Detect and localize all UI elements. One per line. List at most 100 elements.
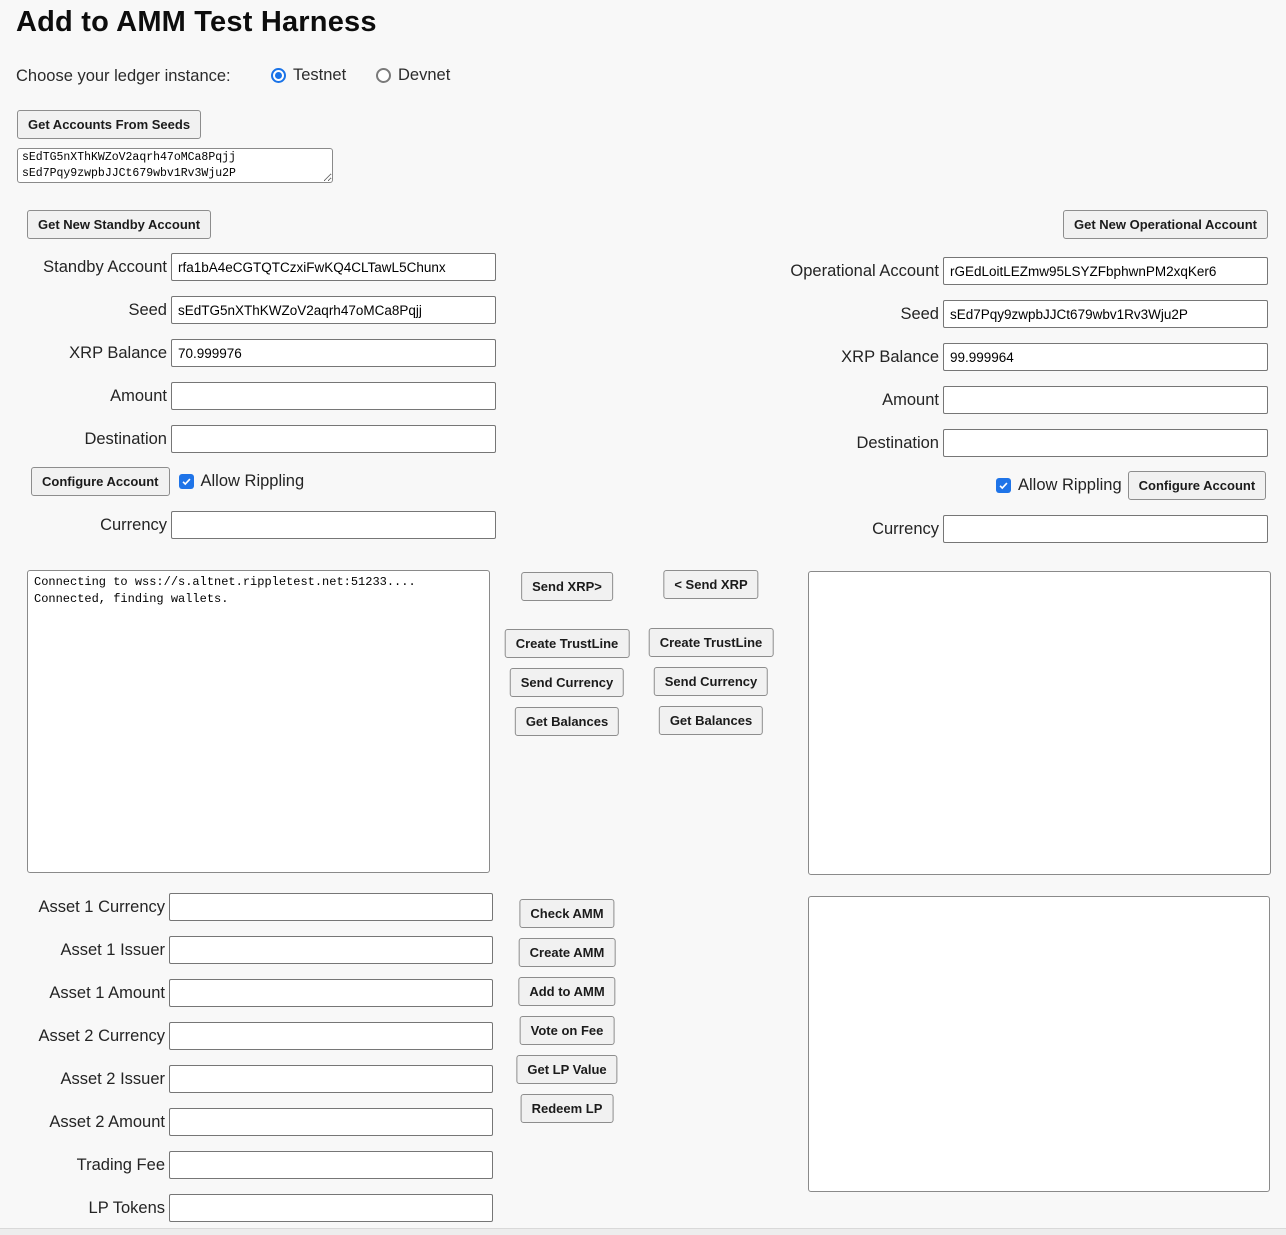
operational-seed-input[interactable] xyxy=(943,300,1268,328)
asset1-currency-label: Asset 1 Currency xyxy=(0,898,165,917)
standby-destination-row: Destination xyxy=(0,425,496,453)
operational-xrp-balance-input[interactable] xyxy=(943,343,1268,371)
operational-destination-label: Destination xyxy=(618,434,939,453)
operational-seed-label: Seed xyxy=(618,305,939,324)
operational-currency-input[interactable] xyxy=(943,515,1268,543)
asset1-issuer-input[interactable] xyxy=(169,936,493,964)
asset1-amount-row: Asset 1 Amount xyxy=(0,979,493,1007)
standby-allow-rippling-label: Allow Rippling xyxy=(201,472,305,491)
operational-destination-row: Destination xyxy=(618,429,1268,457)
asset2-issuer-input[interactable] xyxy=(169,1065,493,1093)
ledger-prompt: Choose your ledger instance: xyxy=(16,67,231,86)
standby-configure-account-button[interactable]: Configure Account xyxy=(31,467,170,496)
standby-seed-row: Seed xyxy=(0,296,496,324)
standby-currency-row: Currency xyxy=(0,511,496,539)
operational-get-balances-button[interactable]: Get Balances xyxy=(659,706,763,735)
get-new-operational-account-button[interactable]: Get New Operational Account xyxy=(1063,210,1268,239)
trading-fee-label: Trading Fee xyxy=(0,1156,165,1175)
get-lp-value-button[interactable]: Get LP Value xyxy=(516,1055,617,1084)
asset1-currency-input[interactable] xyxy=(169,893,493,921)
standby-allow-rippling-checkbox[interactable] xyxy=(179,474,194,489)
get-new-standby-account-button[interactable]: Get New Standby Account xyxy=(27,210,211,239)
amm-results-textarea[interactable] xyxy=(808,896,1270,1192)
operational-amount-row: Amount xyxy=(618,386,1268,414)
lp-tokens-row: LP Tokens xyxy=(0,1194,493,1222)
standby-send-xrp-button[interactable]: Send XRP> xyxy=(521,572,613,601)
operational-results-textarea[interactable] xyxy=(808,571,1271,875)
operational-configure-account-button[interactable]: Configure Account xyxy=(1128,471,1267,500)
radio-devnet-label: Devnet xyxy=(398,66,450,85)
operational-account-label: Operational Account xyxy=(618,262,939,281)
standby-amount-input[interactable] xyxy=(171,382,496,410)
asset1-currency-row: Asset 1 Currency xyxy=(0,893,493,921)
bottom-edge-strip xyxy=(0,1228,1286,1235)
redeem-lp-button[interactable]: Redeem LP xyxy=(521,1094,614,1123)
asset2-currency-row: Asset 2 Currency xyxy=(0,1022,493,1050)
lp-tokens-label: LP Tokens xyxy=(0,1199,165,1218)
checkmark-icon xyxy=(998,480,1009,491)
asset2-amount-row: Asset 2 Amount xyxy=(0,1108,493,1136)
asset2-issuer-label: Asset 2 Issuer xyxy=(0,1070,165,1089)
standby-xrp-balance-label: XRP Balance xyxy=(0,344,167,363)
operational-destination-input[interactable] xyxy=(943,429,1268,457)
standby-currency-label: Currency xyxy=(0,516,167,535)
lp-tokens-input[interactable] xyxy=(169,1194,493,1222)
standby-send-currency-button[interactable]: Send Currency xyxy=(510,668,624,697)
radio-testnet-label: Testnet xyxy=(293,66,346,85)
radio-unselected-icon xyxy=(376,68,391,83)
operational-account-row: Operational Account xyxy=(618,257,1268,285)
standby-xrp-balance-row: XRP Balance xyxy=(0,339,496,367)
vote-on-fee-button[interactable]: Vote on Fee xyxy=(520,1016,615,1045)
standby-destination-label: Destination xyxy=(0,430,167,449)
checkmark-icon xyxy=(181,476,192,487)
asset2-amount-input[interactable] xyxy=(169,1108,493,1136)
standby-create-trustline-button[interactable]: Create TrustLine xyxy=(505,629,630,658)
asset1-amount-label: Asset 1 Amount xyxy=(0,984,165,1003)
create-amm-button[interactable]: Create AMM xyxy=(519,938,616,967)
operational-currency-label: Currency xyxy=(618,520,939,539)
operational-create-trustline-button[interactable]: Create TrustLine xyxy=(649,628,774,657)
get-accounts-from-seeds-button[interactable]: Get Accounts From Seeds xyxy=(17,110,201,139)
radio-testnet[interactable]: Testnet xyxy=(271,66,346,85)
operational-allow-rippling-label: Allow Rippling xyxy=(1018,476,1122,495)
operational-account-input[interactable] xyxy=(943,257,1268,285)
operational-configure-row: Allow Rippling Configure Account xyxy=(996,471,1266,500)
operational-xrp-balance-label: XRP Balance xyxy=(618,348,939,367)
standby-account-row: Standby Account xyxy=(0,253,496,281)
operational-xrp-balance-row: XRP Balance xyxy=(618,343,1268,371)
standby-destination-input[interactable] xyxy=(171,425,496,453)
asset1-issuer-label: Asset 1 Issuer xyxy=(0,941,165,960)
asset2-currency-label: Asset 2 Currency xyxy=(0,1027,165,1046)
seeds-textarea[interactable]: sEdTG5nXThKWZoV2aqrh47oMCa8Pqjj sEd7Pqy9… xyxy=(17,148,333,183)
operational-allow-rippling-checkbox[interactable] xyxy=(996,478,1011,493)
amm-test-harness-page: Add to AMM Test Harness Choose your ledg… xyxy=(0,0,1286,1235)
radio-selected-icon xyxy=(271,68,286,83)
asset2-currency-input[interactable] xyxy=(169,1022,493,1050)
asset1-amount-input[interactable] xyxy=(169,979,493,1007)
radio-devnet[interactable]: Devnet xyxy=(376,66,450,85)
add-to-amm-button[interactable]: Add to AMM xyxy=(518,977,615,1006)
operational-seed-row: Seed xyxy=(618,300,1268,328)
check-amm-button[interactable]: Check AMM xyxy=(519,899,614,928)
standby-get-balances-button[interactable]: Get Balances xyxy=(515,707,619,736)
asset1-issuer-row: Asset 1 Issuer xyxy=(0,936,493,964)
trading-fee-row: Trading Fee xyxy=(0,1151,493,1179)
standby-account-input[interactable] xyxy=(171,253,496,281)
asset2-issuer-row: Asset 2 Issuer xyxy=(0,1065,493,1093)
operational-send-xrp-button[interactable]: < Send XRP xyxy=(663,570,758,599)
standby-currency-input[interactable] xyxy=(171,511,496,539)
operational-currency-row: Currency xyxy=(618,515,1268,543)
standby-xrp-balance-input[interactable] xyxy=(171,339,496,367)
trading-fee-input[interactable] xyxy=(169,1151,493,1179)
operational-send-currency-button[interactable]: Send Currency xyxy=(654,667,768,696)
standby-results-textarea[interactable]: Connecting to wss://s.altnet.rippletest.… xyxy=(27,570,490,873)
standby-amount-label: Amount xyxy=(0,387,167,406)
standby-seed-label: Seed xyxy=(0,301,167,320)
asset2-amount-label: Asset 2 Amount xyxy=(0,1113,165,1132)
operational-amount-label: Amount xyxy=(618,391,939,410)
page-title: Add to AMM Test Harness xyxy=(16,6,377,39)
operational-amount-input[interactable] xyxy=(943,386,1268,414)
standby-account-label: Standby Account xyxy=(0,258,167,277)
standby-seed-input[interactable] xyxy=(171,296,496,324)
standby-amount-row: Amount xyxy=(0,382,496,410)
